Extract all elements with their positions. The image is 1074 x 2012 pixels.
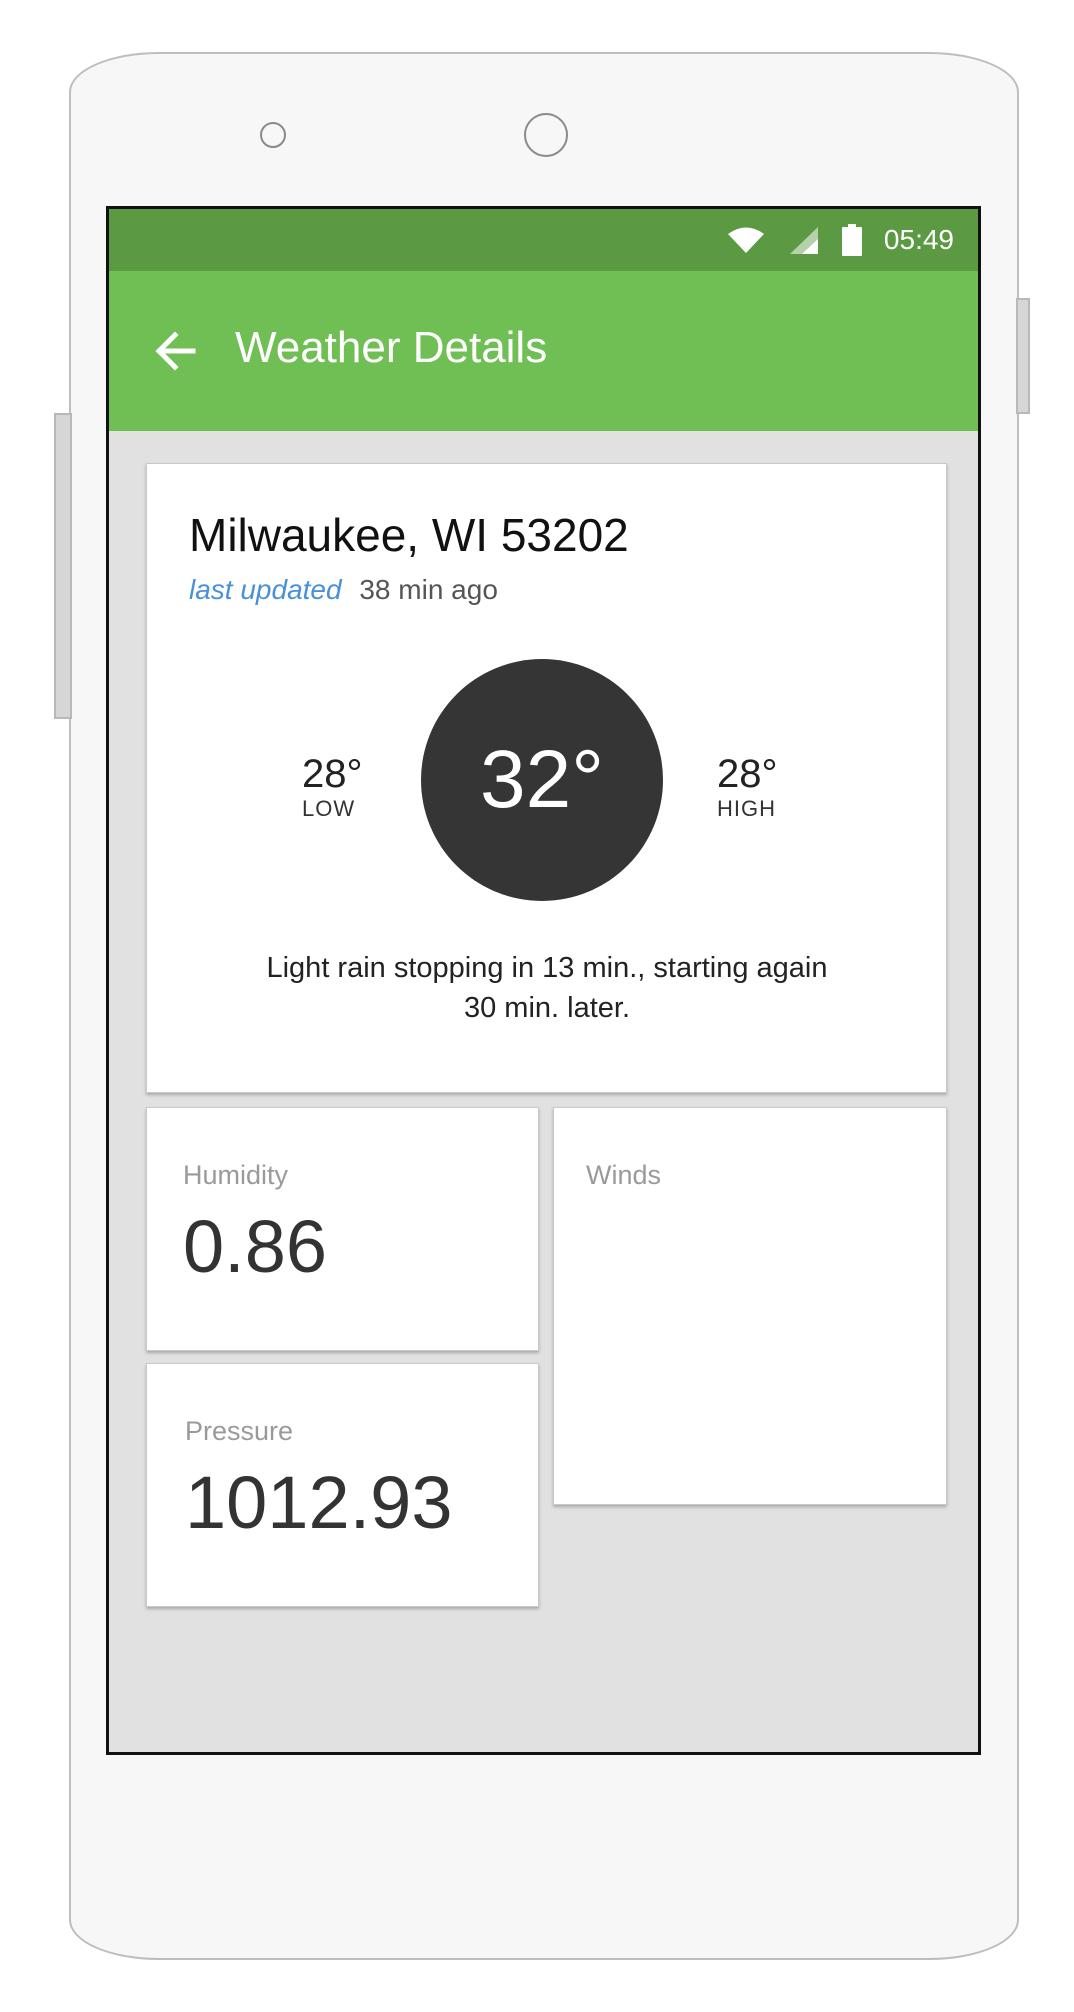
high-temperature-value: 28° (717, 752, 778, 796)
high-temperature-label: HIGH (717, 796, 776, 821)
humidity-label: Humidity (183, 1160, 289, 1190)
app-screen: 05:49 Weather Details Milwaukee, WI 5320… (106, 206, 981, 1755)
volume-button (54, 413, 72, 719)
last-updated-label: last updated (189, 574, 342, 605)
arrow-left-icon[interactable] (153, 329, 197, 373)
humidity-card: Humidity 0.86 (146, 1107, 539, 1351)
current-temperature: 32° (421, 659, 663, 901)
forecast-summary: Light rain stopping in 13 min., starting… (266, 952, 828, 1024)
battery-icon (841, 224, 862, 256)
status-bar: 05:49 (109, 209, 978, 271)
low-temperature-label: LOW (302, 796, 356, 821)
pressure-label: Pressure (185, 1416, 294, 1446)
current-weather-card: Milwaukee, WI 53202 last updated 38 min … (146, 463, 947, 1093)
front-camera (524, 113, 568, 157)
last-updated-time: 38 min ago (359, 574, 498, 605)
low-temperature-value: 28° (302, 752, 363, 796)
app-bar: Weather Details (109, 271, 978, 431)
pressure-card: Pressure 1012.93 (146, 1363, 539, 1607)
high-temperature: 28° HIGH (717, 752, 778, 822)
status-time: 05:49 (883, 224, 954, 255)
winds-label: Winds (586, 1160, 662, 1190)
last-updated-row: last updated 38 min ago (189, 574, 498, 606)
location-title: Milwaukee, WI 53202 (189, 509, 629, 561)
pressure-value: 1012.93 (185, 1461, 453, 1544)
winds-card: Winds (553, 1107, 947, 1505)
page-title: Weather Details (235, 323, 548, 372)
cell-signal-icon (789, 227, 818, 254)
low-temperature: 28° LOW (302, 752, 363, 822)
power-button (1016, 298, 1030, 414)
proximity-sensor (260, 122, 286, 148)
humidity-value: 0.86 (183, 1205, 328, 1288)
wifi-icon (727, 227, 764, 253)
